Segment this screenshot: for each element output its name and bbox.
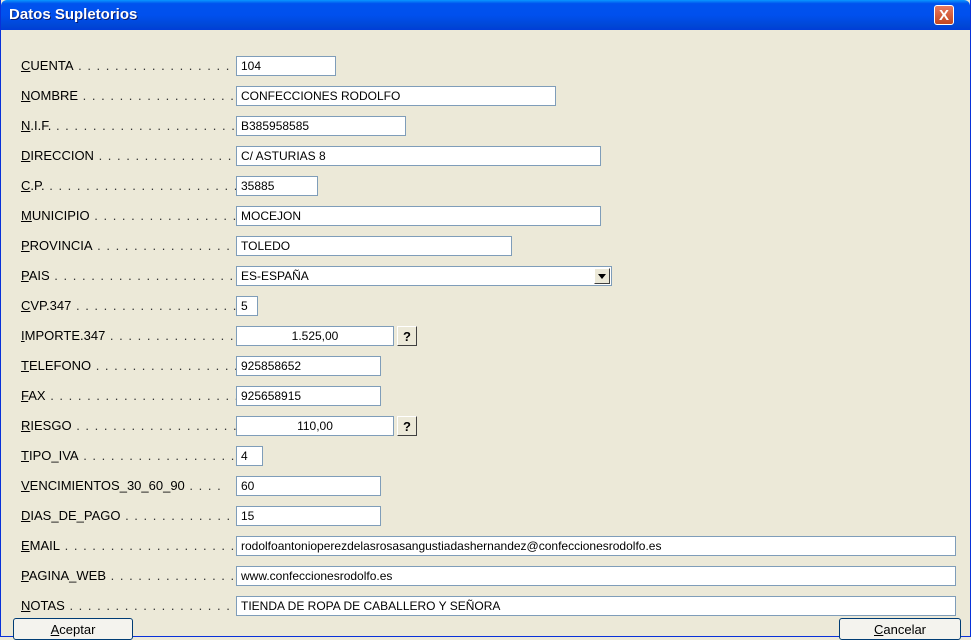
label-dias-pago: DIAS_DE_PAGO . . . . . . . . . . . . . — [21, 508, 241, 523]
notas-input[interactable] — [236, 596, 956, 616]
close-button[interactable]: X — [934, 5, 954, 25]
direccion-input[interactable] — [236, 146, 601, 166]
municipio-input[interactable] — [236, 206, 601, 226]
importe347-help-button[interactable]: ? — [397, 326, 417, 346]
label-vencimientos: VENCIMIENTOS_30_60_90 . . . . — [21, 478, 222, 493]
dialog-window: Datos Supletorios X CUENTA . . . . . . .… — [0, 0, 971, 640]
vencimientos-input[interactable] — [236, 476, 381, 496]
label-nombre: NOMBRE . . . . . . . . . . . . . . . . .… — [21, 88, 272, 103]
cp-input[interactable] — [236, 176, 318, 196]
label-nif: N.I.F. . . . . . . . . . . . . . . . . .… — [21, 118, 273, 133]
email-input[interactable] — [236, 536, 956, 556]
label-riesgo: RIESGO . . . . . . . . . . . . . . . . .… — [21, 418, 266, 433]
nif-input[interactable] — [236, 116, 406, 136]
cuenta-input[interactable] — [236, 56, 336, 76]
label-cvp347: CVP.347 . . . . . . . . . . . . . . . . … — [21, 298, 256, 313]
tipo-iva-input[interactable] — [236, 446, 263, 466]
riesgo-help-button[interactable]: ? — [397, 416, 417, 436]
label-municipio: MUNICIPIO . . . . . . . . . . . . . . . … — [21, 208, 256, 223]
fax-input[interactable] — [236, 386, 381, 406]
close-icon: X — [938, 6, 949, 24]
pais-selected-value: ES-ESPAÑA — [241, 269, 309, 283]
pais-select[interactable]: ES-ESPAÑA — [236, 266, 612, 286]
cvp347-input[interactable] — [236, 296, 258, 316]
label-tipo-iva: TIPO_IVA . . . . . . . . . . . . . . . .… — [21, 448, 254, 463]
help-icon: ? — [403, 328, 411, 344]
telefono-input[interactable] — [236, 356, 381, 376]
label-provincia: PROVINCIA . . . . . . . . . . . . . . . … — [21, 238, 259, 253]
label-pagina-web: PAGINA_WEB . . . . . . . . . . . . . . . — [21, 568, 245, 583]
label-telefono: TELEFONO . . . . . . . . . . . . . . . .… — [21, 358, 267, 373]
label-cuenta: CUENTA . . . . . . . . . . . . . . . . .… — [21, 58, 268, 73]
help-icon: ? — [403, 418, 411, 434]
chevron-down-icon[interactable] — [594, 268, 610, 284]
label-importe347: IMPORTE.347 . . . . . . . . . . . . . . — [21, 328, 235, 343]
provincia-input[interactable] — [236, 236, 512, 256]
title-bar[interactable]: Datos Supletorios X — [1, 0, 970, 30]
dias-pago-input[interactable] — [236, 506, 381, 526]
window-title: Datos Supletorios — [9, 6, 138, 23]
nombre-input[interactable] — [236, 86, 556, 106]
pagina-web-input[interactable] — [236, 566, 956, 586]
importe347-input[interactable] — [236, 326, 394, 346]
riesgo-input[interactable] — [236, 416, 394, 436]
label-direccion: DIRECCION . . . . . . . . . . . . . . . … — [21, 148, 260, 163]
